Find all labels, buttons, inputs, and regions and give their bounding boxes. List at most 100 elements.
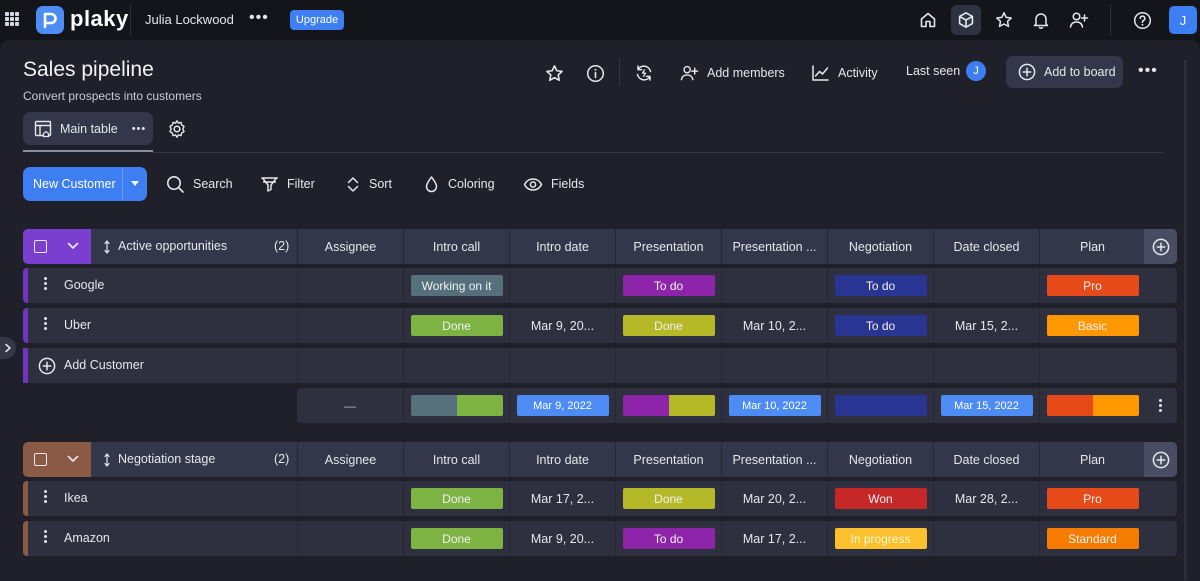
column-header-1[interactable]: Intro call <box>403 229 509 264</box>
sort-button[interactable]: Sort <box>345 173 392 195</box>
cell-presentation_date[interactable] <box>721 268 827 303</box>
status-pill[interactable]: To do <box>834 315 927 336</box>
cell-presentation_date[interactable]: Mar 20, 2... <box>721 481 827 516</box>
status-pill[interactable]: To do <box>834 275 927 296</box>
drag-handle-icon[interactable] <box>104 453 110 467</box>
status-pill[interactable]: To do <box>622 528 715 549</box>
cell-intro_call[interactable]: Done <box>403 308 509 343</box>
cell-assignee[interactable] <box>297 481 403 516</box>
cell-intro_date[interactable]: Mar 9, 20... <box>509 521 615 556</box>
status-pill[interactable]: Done <box>410 488 503 509</box>
cell-presentation_date[interactable]: Mar 17, 2... <box>721 521 827 556</box>
cell-assignee[interactable] <box>297 308 403 343</box>
vertical-scrollbar[interactable] <box>1184 60 1187 580</box>
summary-intro_call[interactable] <box>403 388 509 423</box>
status-pill[interactable]: In progress <box>834 528 927 549</box>
add-to-board-button[interactable]: Add to board <box>1006 56 1123 88</box>
status-pill[interactable]: Pro <box>1046 488 1139 509</box>
cell-plan[interactable]: Basic <box>1039 308 1145 343</box>
plus-circle-icon[interactable] <box>38 357 56 375</box>
row-menu-icon[interactable] <box>44 490 48 504</box>
add-members-button[interactable]: Add members <box>680 62 785 84</box>
cell-negotiation[interactable]: To do <box>827 268 933 303</box>
item-name[interactable]: Ikea <box>64 491 88 505</box>
cell-presentation[interactable]: To do <box>615 268 721 303</box>
item-name[interactable]: Amazon <box>64 531 110 545</box>
summary-negotiation[interactable] <box>827 388 933 423</box>
column-header-5[interactable]: Negotiation <box>827 442 933 477</box>
tab-main-table[interactable]: Main table ••• <box>23 112 153 145</box>
status-pill[interactable]: Done <box>410 315 503 336</box>
user-avatar[interactable]: J <box>1169 6 1197 34</box>
column-header-1[interactable]: Intro call <box>403 442 509 477</box>
summary-assignee[interactable]: — <box>297 388 403 423</box>
cell-plan[interactable]: Pro <box>1039 268 1145 303</box>
status-pill[interactable]: Basic <box>1046 315 1139 336</box>
summary-intro_date[interactable]: Mar 9, 2022 <box>509 388 615 423</box>
cell-intro_call[interactable]: Working on it <box>403 268 509 303</box>
chevron-down-icon[interactable] <box>67 454 79 464</box>
cell-presentation[interactable]: Done <box>615 481 721 516</box>
bell-icon[interactable] <box>1026 5 1056 35</box>
add-customer-row[interactable]: Add Customer <box>23 348 1177 383</box>
home-icon[interactable] <box>913 5 943 35</box>
add-column-button[interactable] <box>1144 442 1177 477</box>
plaky-logo-icon[interactable] <box>36 6 64 34</box>
cell-date_closed[interactable] <box>933 521 1039 556</box>
upgrade-button[interactable]: Upgrade <box>290 10 344 30</box>
add-column-button[interactable] <box>1144 229 1177 264</box>
item-name-cell[interactable]: Google <box>28 268 297 303</box>
cell-presentation_date[interactable]: Mar 10, 2... <box>721 308 827 343</box>
cell-intro_date[interactable]: Mar 9, 20... <box>509 308 615 343</box>
caret-down-icon[interactable] <box>131 181 139 186</box>
summary-more-icon[interactable] <box>1144 388 1177 423</box>
item-name-cell[interactable]: Ikea <box>28 481 297 516</box>
info-icon[interactable] <box>584 62 606 84</box>
tab-more-icon[interactable]: ••• <box>132 123 147 135</box>
item-name-cell[interactable]: Uber <box>28 308 297 343</box>
box-icon[interactable] <box>951 5 981 35</box>
cell-presentation[interactable]: Done <box>615 308 721 343</box>
cell-negotiation[interactable]: Won <box>827 481 933 516</box>
cell-date_closed[interactable]: Mar 15, 2... <box>933 308 1039 343</box>
board-subtitle[interactable]: Convert prospects into customers <box>23 89 202 103</box>
column-header-0[interactable]: Assignee <box>297 229 403 264</box>
expand-sidebar-button[interactable] <box>0 337 16 359</box>
status-pill[interactable]: Done <box>622 315 715 336</box>
gear-icon[interactable] <box>167 119 187 139</box>
status-pill[interactable]: Done <box>410 528 503 549</box>
board-more-icon[interactable]: ••• <box>1138 62 1158 80</box>
column-header-6[interactable]: Date closed <box>933 442 1039 477</box>
group-select-checkbox[interactable] <box>34 240 47 253</box>
item-name-cell[interactable]: Amazon <box>28 521 297 556</box>
filter-button[interactable]: Filter <box>260 173 315 195</box>
column-header-3[interactable]: Presentation <box>615 442 721 477</box>
column-header-2[interactable]: Intro date <box>509 229 615 264</box>
column-header-0[interactable]: Assignee <box>297 442 403 477</box>
status-pill[interactable]: Pro <box>1046 275 1139 296</box>
cell-date_closed[interactable]: Mar 28, 2... <box>933 481 1039 516</box>
activity-button[interactable]: Activity <box>811 62 878 84</box>
date-range-pill[interactable]: Mar 10, 2022 <box>728 395 821 416</box>
group-select-checkbox[interactable] <box>34 453 47 466</box>
board-title[interactable]: Sales pipeline <box>23 58 154 82</box>
add-customer-label[interactable]: Add Customer <box>64 358 144 372</box>
status-summary-bar[interactable] <box>410 395 503 416</box>
summary-presentation[interactable] <box>615 388 721 423</box>
date-range-pill[interactable]: Mar 9, 2022 <box>516 395 609 416</box>
row-menu-icon[interactable] <box>44 530 48 544</box>
column-header-5[interactable]: Negotiation <box>827 229 933 264</box>
last-seen-avatar[interactable]: J <box>966 61 986 81</box>
status-summary-bar[interactable] <box>1046 395 1139 416</box>
cell-intro_date[interactable] <box>509 268 615 303</box>
column-header-6[interactable]: Date closed <box>933 229 1039 264</box>
apps-grid-icon[interactable] <box>5 12 19 26</box>
cell-intro_date[interactable]: Mar 17, 2... <box>509 481 615 516</box>
cell-negotiation[interactable]: In progress <box>827 521 933 556</box>
favorite-star-icon[interactable] <box>543 62 565 84</box>
cell-intro_call[interactable]: Done <box>403 521 509 556</box>
status-pill[interactable]: Working on it <box>410 275 503 296</box>
search-button[interactable]: Search <box>166 173 233 195</box>
column-header-7[interactable]: Plan <box>1039 229 1145 264</box>
item-name[interactable]: Uber <box>64 318 91 332</box>
